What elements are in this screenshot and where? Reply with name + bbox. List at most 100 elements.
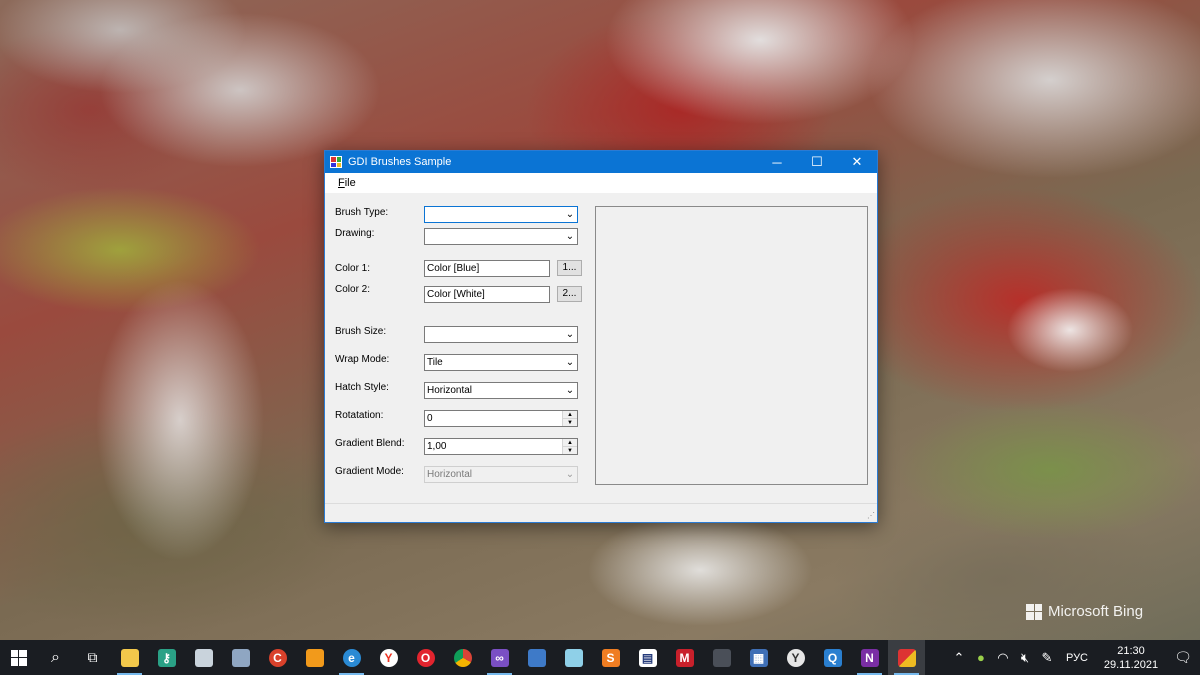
color1-button[interactable]: 1...	[557, 260, 582, 276]
app-icon	[564, 648, 583, 667]
minimize-button[interactable]: ─	[757, 151, 797, 173]
menu-file-label: ile	[344, 177, 356, 189]
up-arrow-icon[interactable]: ▲	[563, 439, 577, 447]
clock-date: 29.11.2021	[1103, 658, 1159, 671]
gradient-mode-value: Horizontal	[427, 469, 473, 480]
yandex-icon: Y	[379, 648, 398, 667]
taskbar-sublime-text[interactable]: S	[592, 640, 629, 675]
taskbar-ccleaner[interactable]: C	[259, 640, 296, 675]
taskbar-app-7[interactable]	[222, 640, 259, 675]
app-icon	[231, 648, 250, 667]
app-icon	[897, 648, 916, 667]
app-icon[interactable]	[330, 156, 342, 168]
app-icon: ▤	[638, 648, 657, 667]
search-icon: ⌕	[51, 648, 60, 666]
color1-field[interactable]: Color [Blue]	[424, 260, 550, 277]
task-view-icon: ⧉	[87, 649, 98, 665]
chevron-down-icon: ⌄	[565, 231, 575, 242]
windows-logo-icon	[10, 649, 27, 666]
folder-icon	[120, 648, 139, 667]
taskbar-app-16[interactable]	[555, 640, 592, 675]
notifications-icon[interactable]: 🗨︎	[1166, 649, 1200, 666]
chevron-down-icon: ⌄	[565, 357, 575, 368]
gradient-blend-label: Gradient Blend:	[335, 438, 405, 449]
taskbar-app-19[interactable]: M	[666, 640, 703, 675]
brush-size-label: Brush Size:	[335, 326, 387, 337]
taskbar-keepass[interactable]: ⚷	[148, 640, 185, 675]
key-icon: ⚷	[157, 648, 176, 667]
down-arrow-icon[interactable]: ▼	[563, 447, 577, 454]
chevron-down-icon: ⌄	[565, 385, 575, 396]
taskbar-app-22[interactable]: Y	[777, 640, 814, 675]
color2-field[interactable]: Color [White]	[424, 286, 550, 303]
spin-buttons[interactable]: ▲ ▼	[562, 411, 577, 426]
tray-app-icon[interactable]: ●	[970, 650, 992, 665]
wrap-mode-label: Wrap Mode:	[335, 354, 390, 365]
gradient-blend-stepper[interactable]: 1,00 ▲ ▼	[424, 438, 578, 455]
gdi-brushes-window: GDI Brushes Sample ─ ☐ ✕ File Brush Type…	[324, 150, 878, 523]
title-bar[interactable]: GDI Brushes Sample ─ ☐ ✕	[325, 151, 877, 173]
menu-file[interactable]: File	[325, 177, 362, 189]
app-icon: Q	[823, 648, 842, 667]
spin-buttons[interactable]: ▲ ▼	[562, 439, 577, 454]
up-arrow-icon[interactable]: ▲	[563, 411, 577, 419]
menu-file-mnemonic: F	[338, 177, 345, 189]
taskbar-yandex-browser[interactable]: Y	[370, 640, 407, 675]
hatch-style-select[interactable]: Horizontal ⌄	[424, 382, 578, 399]
app-icon: M	[675, 648, 694, 667]
hatch-style-label: Hatch Style:	[335, 382, 389, 393]
rotation-value: 0	[427, 413, 433, 424]
color1-label: Color 1:	[335, 263, 371, 274]
taskbar-app-20[interactable]	[703, 640, 740, 675]
taskbar-edge[interactable]: e	[333, 640, 370, 675]
wifi-icon[interactable]: ◠	[992, 650, 1014, 666]
app-icon	[527, 648, 546, 667]
chevron-down-icon: ⌄	[565, 209, 575, 220]
language-indicator[interactable]: РУС	[1058, 652, 1096, 664]
microsoft-logo-icon	[1026, 603, 1042, 620]
sublime-icon: S	[601, 648, 620, 667]
taskbar-app-15[interactable]	[518, 640, 555, 675]
start-button[interactable]	[0, 640, 37, 675]
clock-time: 21:30	[1117, 644, 1145, 657]
task-view-button[interactable]: ⧉	[74, 640, 111, 675]
taskbar-app-9[interactable]	[296, 640, 333, 675]
taskbar-app-18[interactable]: ▤	[629, 640, 666, 675]
brush-preview-panel	[595, 206, 868, 485]
status-bar: ⋰	[325, 503, 877, 522]
clock[interactable]: 21:30 29.11.2021	[1096, 644, 1166, 672]
volume-muted-icon[interactable]: 🔇︎	[1014, 650, 1036, 666]
bing-watermark: Microsoft Bing	[1026, 603, 1143, 620]
resize-grip-icon[interactable]: ⋰	[867, 511, 875, 520]
wrap-mode-select[interactable]: Tile ⌄	[424, 354, 578, 371]
drawing-select[interactable]: ⌄	[424, 228, 578, 245]
chevron-up-icon[interactable]: ⌃	[948, 650, 970, 666]
taskbar-file-explorer[interactable]	[111, 640, 148, 675]
ccleaner-icon: C	[268, 648, 287, 667]
taskbar-chrome[interactable]	[444, 640, 481, 675]
maximize-button[interactable]: ☐	[797, 151, 837, 173]
app-icon	[305, 648, 324, 667]
color2-button[interactable]: 2...	[557, 286, 582, 302]
system-tray: ⌃ ● ◠ 🔇︎ ✎ РУС 21:30 29.11.2021 🗨︎	[948, 640, 1200, 675]
opera-icon: O	[416, 648, 435, 667]
rotation-stepper[interactable]: 0 ▲ ▼	[424, 410, 578, 427]
taskbar-app-6[interactable]	[185, 640, 222, 675]
calculator-icon: ▦	[749, 648, 768, 667]
close-button[interactable]: ✕	[837, 151, 877, 173]
taskbar-visual-studio[interactable]: ∞	[481, 640, 518, 675]
taskbar-opera[interactable]: O	[407, 640, 444, 675]
taskbar-calculator[interactable]: ▦	[740, 640, 777, 675]
gradient-mode-select: Horizontal ⌄	[424, 466, 578, 483]
pen-icon[interactable]: ✎	[1036, 650, 1058, 666]
brush-type-select[interactable]: ⌄	[424, 206, 578, 223]
taskbar-onenote[interactable]: N	[851, 640, 888, 675]
search-button[interactable]: ⌕	[37, 640, 74, 675]
taskbar-app-23[interactable]: Q	[814, 640, 851, 675]
down-arrow-icon[interactable]: ▼	[563, 419, 577, 426]
app-icon	[194, 648, 213, 667]
chevron-down-icon: ⌄	[565, 469, 575, 480]
brush-size-select[interactable]: ⌄	[424, 326, 578, 343]
rotation-label: Rotatation:	[335, 410, 384, 421]
taskbar-gdi-brushes[interactable]	[888, 640, 925, 675]
